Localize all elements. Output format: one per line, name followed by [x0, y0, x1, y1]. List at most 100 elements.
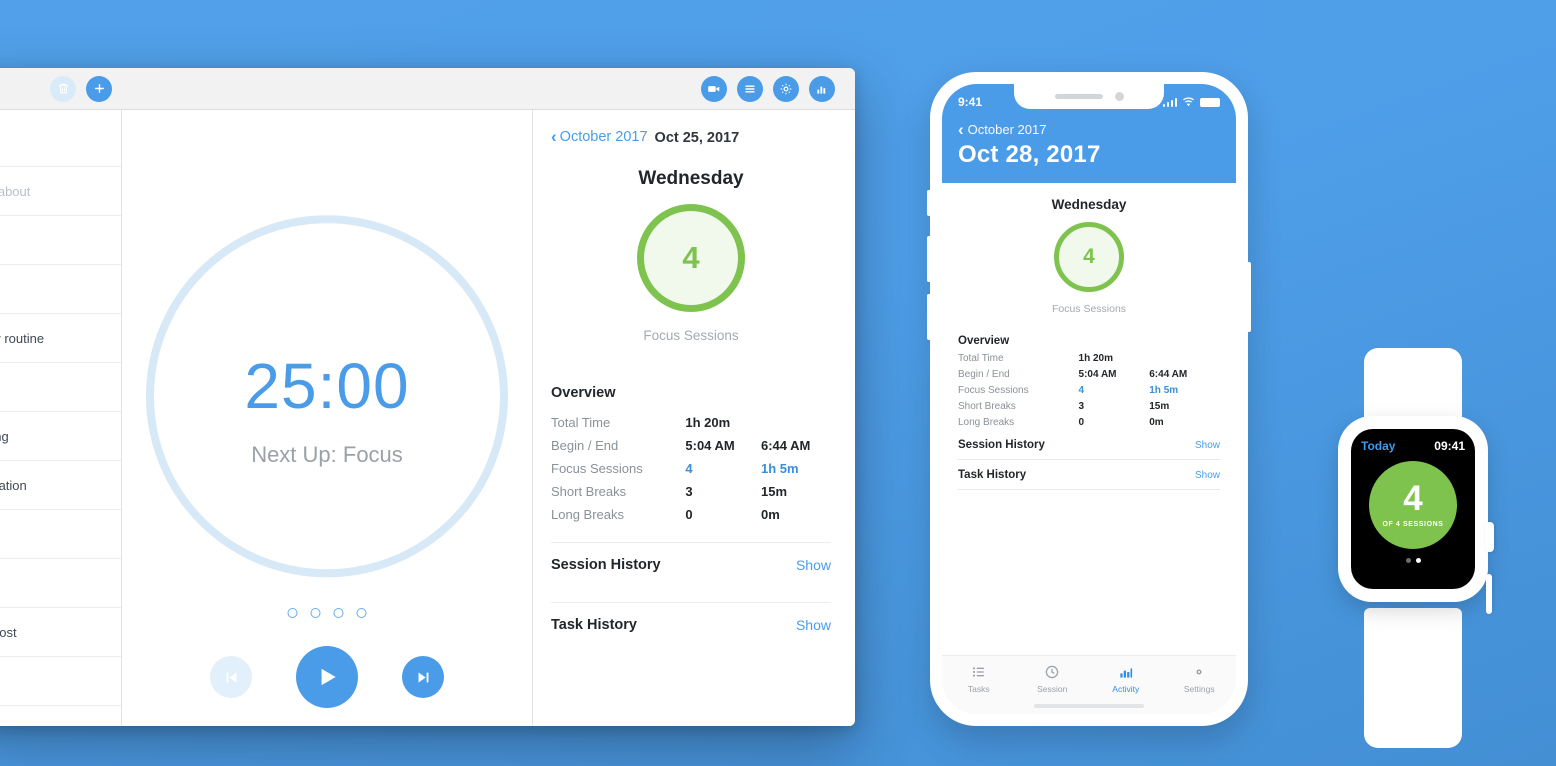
home-indicator[interactable]: [942, 698, 1236, 714]
front-camera-icon: [1114, 92, 1124, 101]
watch-today-label[interactable]: Today: [1361, 439, 1395, 453]
table-row: Focus Sessions 4 1h 5m: [551, 457, 831, 480]
digital-crown[interactable]: [1485, 522, 1494, 552]
list-item[interactable]: keting: [0, 412, 121, 461]
list-item[interactable]: daily routine: [0, 314, 121, 363]
home-indicator-bar: [1034, 704, 1144, 708]
row-value-2: 0m: [760, 507, 780, 522]
row-value-2: 0m: [1149, 416, 1164, 428]
row-value-1: 5:04 AM: [685, 438, 735, 453]
session-history-row: Session History Show: [958, 430, 1220, 460]
list-item[interactable]: [0, 118, 121, 167]
silent-switch[interactable]: [927, 190, 931, 216]
timer-readout: 25:00 Next Up: Focus: [157, 354, 497, 468]
session-history-show-link[interactable]: Show: [796, 557, 831, 573]
toolbar-right-group: [701, 75, 835, 102]
list-item[interactable]: n: [0, 559, 121, 608]
list-icon[interactable]: [737, 75, 763, 102]
row-value-2: 6:44 AM: [760, 438, 811, 453]
list-item[interactable]: [0, 216, 121, 265]
gear-icon: [1196, 669, 1202, 675]
tab-label: Session: [1037, 684, 1068, 694]
desktop-body: ack about ion daily routine keting senta…: [0, 110, 855, 726]
screenshot-canvas: ack about ion daily routine keting senta…: [0, 0, 1556, 766]
list-item[interactable]: [0, 706, 121, 726]
previous-button[interactable]: [210, 656, 252, 698]
focus-sessions-ring-wrap: 4: [551, 204, 831, 312]
desktop-app-window: ack about ion daily routine keting senta…: [0, 68, 855, 726]
list-item[interactable]: [0, 657, 121, 706]
overview-title: Overview: [958, 335, 1010, 347]
table-row: Short Breaks 3 15m: [551, 480, 831, 503]
session-dot[interactable]: [333, 608, 344, 618]
video-icon[interactable]: [701, 75, 727, 102]
list-item[interactable]: e: [0, 510, 121, 559]
delete-icon[interactable]: [50, 75, 76, 102]
play-button[interactable]: [296, 646, 358, 708]
session-dot[interactable]: [310, 608, 321, 618]
activity-chart-icon[interactable]: [809, 75, 835, 102]
table-row: Focus Sessions 4 1h 5m: [958, 382, 1220, 398]
watch-side-button[interactable]: [1486, 574, 1492, 614]
chevron-left-icon: ‹: [958, 120, 964, 139]
focus-sessions-ring: 4: [637, 204, 745, 312]
session-history-show-link[interactable]: Show: [1195, 440, 1220, 451]
row-value-2: [1149, 350, 1220, 366]
session-dot[interactable]: [287, 608, 298, 618]
overview-title: Overview: [551, 385, 616, 401]
cellular-bars-icon: [1162, 97, 1177, 107]
page-dot-active[interactable]: [1415, 558, 1421, 563]
back-to-month-link[interactable]: ‹ October 2017: [551, 128, 648, 145]
row-value-1: 1h 20m: [685, 415, 731, 430]
page-dot[interactable]: [1405, 558, 1411, 563]
apple-watch-device: Today 09:41 4 OF 4 SESSIONS: [1338, 348, 1494, 748]
focus-sessions-count: 4: [1083, 245, 1095, 268]
focus-sessions-caption: Focus Sessions: [1051, 303, 1127, 315]
focus-sessions-count: 4: [682, 240, 700, 275]
watch-body: Today 09:41 4 OF 4 SESSIONS: [1338, 416, 1494, 614]
task-history-show-link[interactable]: Show: [796, 617, 831, 633]
volume-up-button[interactable]: [927, 236, 931, 282]
tab-session[interactable]: Session: [1016, 664, 1090, 694]
wifi-icon: [1182, 97, 1195, 107]
row-value-1: 3: [1078, 400, 1085, 412]
row-label: Short Breaks: [551, 484, 627, 499]
row-value-1: 4: [685, 461, 693, 476]
task-sidebar: ack about ion daily routine keting senta…: [0, 110, 122, 726]
next-button[interactable]: [402, 656, 444, 698]
power-button[interactable]: [1247, 262, 1251, 332]
tab-settings[interactable]: Settings: [1163, 664, 1237, 694]
row-value-1: 4: [1078, 384, 1085, 396]
overview-table: Total Time 1h 20m Begin / End 5:04 AM 6:…: [551, 411, 831, 526]
list-item[interactable]: og post: [0, 608, 121, 657]
table-row: Begin / End 5:04 AM 6:44 AM: [958, 366, 1220, 382]
breadcrumb: ‹ October 2017 Oct 25, 2017: [551, 128, 831, 146]
row-value-1: 1h 20m: [1078, 352, 1113, 364]
task-history-show-link[interactable]: Show: [1195, 470, 1220, 481]
add-icon[interactable]: [86, 75, 112, 102]
day-name: Wednesday: [1051, 197, 1127, 212]
focus-sessions-caption: Focus Sessions: [643, 328, 739, 343]
watch-band-bottom: [1364, 608, 1462, 748]
back-to-month-link[interactable]: ‹ October 2017: [958, 121, 1220, 138]
gear-icon[interactable]: [773, 75, 799, 102]
row-value-2: 1h 5m: [1149, 384, 1179, 396]
watch-time: 09:41: [1434, 439, 1465, 453]
row-value-2: 6:44 AM: [1149, 368, 1188, 380]
back-label: October 2017: [559, 128, 648, 145]
list-item[interactable]: sentation: [0, 461, 121, 510]
focus-sessions-ring-wrap: 4: [958, 222, 1220, 292]
list-item[interactable]: [0, 363, 121, 412]
tab-tasks[interactable]: Tasks: [942, 664, 1016, 694]
list-item[interactable]: ion: [0, 265, 121, 314]
iphone-content: Wednesday 4 Focus Sessions Overview Tota…: [942, 183, 1236, 655]
task-history-label: Task History: [551, 617, 637, 633]
tab-label: Tasks: [967, 684, 990, 694]
row-value-1: 0: [685, 507, 693, 522]
volume-down-button[interactable]: [927, 294, 931, 340]
session-dot[interactable]: [356, 608, 367, 618]
timer-value: 25:00: [244, 350, 410, 423]
tab-activity[interactable]: Activity: [1089, 664, 1163, 694]
session-history-row: Session History Show: [551, 542, 831, 586]
list-item[interactable]: ack about: [0, 167, 121, 216]
